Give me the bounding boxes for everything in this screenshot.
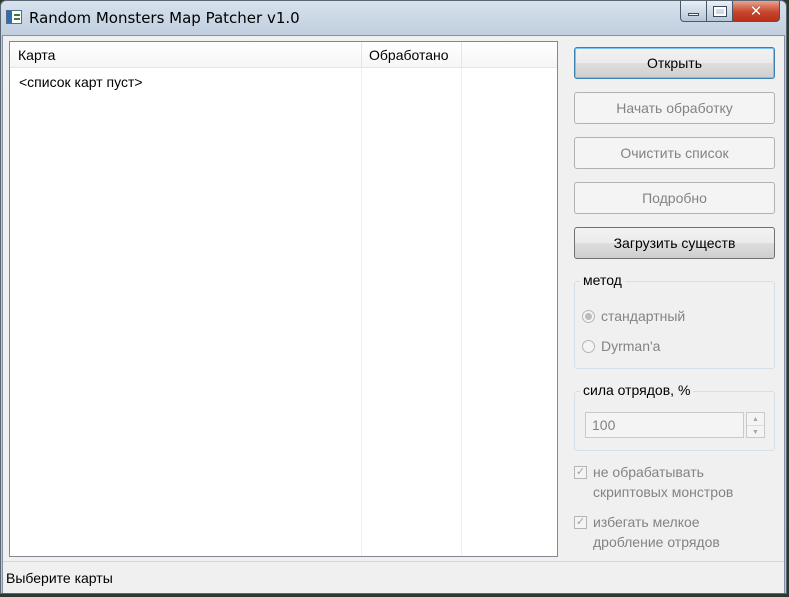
map-list[interactable]: Карта Обработано <список карт пуст> [9,41,558,557]
radio-method-standard[interactable]: стандартный [582,308,685,324]
spin-up-icon[interactable]: ▲ [747,413,764,426]
checkbox-checked-icon: ✓ [574,516,587,529]
close-icon: ✕ [749,1,763,20]
strength-group-label: сила отрядов, % [580,382,694,398]
status-text: Выберите карты [6,570,113,586]
maximize-icon [712,5,727,17]
open-button[interactable]: Открыть [574,47,775,79]
app-window: Random Monsters Map Patcher v1.0 ✕ Карта… [0,0,787,594]
method-group-label: метод [580,272,625,288]
load-creatures-button[interactable]: Загрузить существ [574,227,775,259]
window-controls: ✕ [680,1,780,23]
avoid-splitting-label-2: дробление отрядов [593,534,720,550]
avoid-splitting-checkbox[interactable]: ✓ избегать мелкое дробление отрядов [574,512,720,552]
title-bar[interactable]: Random Monsters Map Patcher v1.0 ✕ [1,1,786,37]
maximize-button[interactable] [707,1,733,22]
map-list-header: Карта Обработано [10,42,557,68]
minimize-button[interactable] [680,1,707,22]
start-processing-button[interactable]: Начать обработку [574,92,775,124]
client-area: Карта Обработано <список карт пуст> Откр… [2,35,785,593]
skip-script-monsters-label-1: не обрабатывать [593,464,704,480]
column-header-map[interactable]: Карта [10,42,361,67]
checkbox-checked-icon: ✓ [574,466,587,479]
radio-unselected-icon [582,339,595,353]
status-bar: Выберите карты [3,561,784,593]
minimize-icon [688,13,699,16]
close-button[interactable]: ✕ [733,1,780,22]
app-icon[interactable] [6,10,22,24]
skip-script-monsters-checkbox[interactable]: ✓ не обрабатывать скриптовых монстров [574,462,733,502]
radio-selected-icon [582,309,595,323]
clear-list-button[interactable]: Очистить список [574,137,775,169]
avoid-splitting-label-1: избегать мелкое [593,514,700,530]
radio-method-standard-label: стандартный [601,308,686,324]
details-button[interactable]: Подробно [574,182,775,214]
skip-script-monsters-label-2: скриптовых монстров [593,484,734,500]
strength-group: сила отрядов, % ▲ ▼ [574,382,775,451]
spin-down-icon[interactable]: ▼ [747,426,764,438]
radio-method-dyrman-label: Dyrman'a [601,338,661,354]
strength-input[interactable] [585,412,744,438]
column-header-processed[interactable]: Обработано [361,42,461,67]
window-title: Random Monsters Map Patcher v1.0 [29,9,300,27]
radio-method-dyrman[interactable]: Dyrman'a [582,338,660,354]
method-group: метод стандартный Dyrman'a [574,272,775,369]
map-list-empty-text: <список карт пуст> [19,74,143,90]
strength-stepper[interactable]: ▲ ▼ [746,412,765,438]
